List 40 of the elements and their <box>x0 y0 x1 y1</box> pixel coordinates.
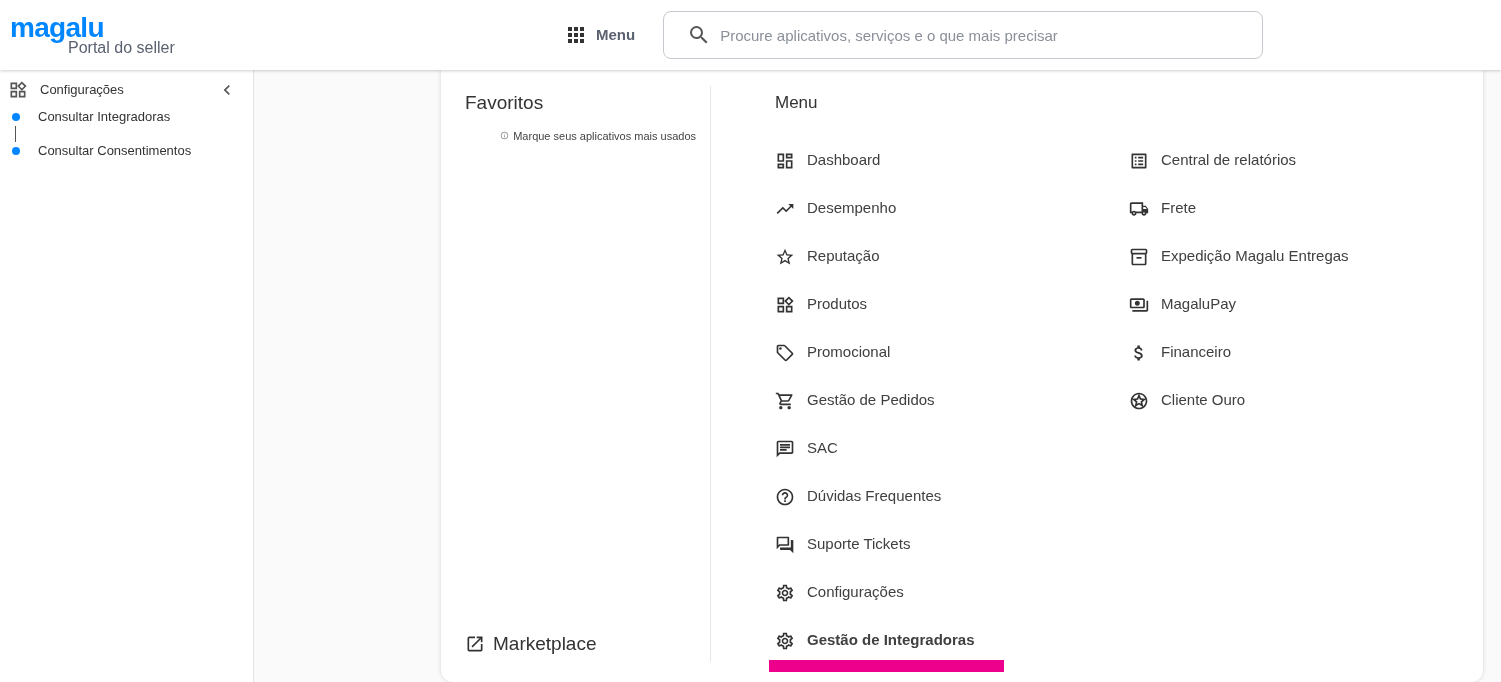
menu-item[interactable]: Suporte Tickets <box>775 533 911 556</box>
sidebar-title: Configurações <box>40 81 125 100</box>
logo[interactable]: magalu <box>10 14 560 42</box>
menu-item[interactable]: Central de relatórios <box>1129 149 1297 172</box>
sidebar-item[interactable]: Consultar Consentimentos <box>38 141 192 161</box>
widgets-icon <box>8 80 28 100</box>
marketplace-link[interactable]: Marketplace <box>465 629 686 658</box>
favorites-title: Favoritos <box>465 91 545 115</box>
menu-item[interactable]: Reputação <box>775 245 880 268</box>
menu-item[interactable]: Cliente Ouro <box>1129 389 1246 412</box>
favorites-hint: Marque seus aplicativos mais usados <box>513 128 696 144</box>
menu-item[interactable]: Financeiro <box>1129 341 1232 364</box>
menu-item[interactable]: Desempenho <box>775 197 897 220</box>
menu-item[interactable]: Promocional <box>775 341 891 364</box>
widgets-icon <box>775 294 795 315</box>
archive-box-icon <box>1129 246 1149 267</box>
help-icon <box>775 486 795 507</box>
menu-item[interactable]: Frete <box>1129 197 1196 220</box>
settings-icon <box>775 582 795 603</box>
logo-subtitle: Portal do seller <box>68 40 176 56</box>
info-icon <box>500 131 510 141</box>
chat-icon <box>775 438 795 459</box>
menu-item[interactable]: Dúvidas Frequentes <box>775 485 942 508</box>
forum-icon <box>775 534 795 555</box>
menu-button[interactable]: Menu <box>560 23 640 47</box>
menu-item[interactable]: Configurações <box>775 581 904 604</box>
menu-item[interactable]: Gestão de Pedidos <box>775 389 935 412</box>
menu-item[interactable]: Expedição Magalu Entregas <box>1129 245 1349 268</box>
menu-item[interactable]: Dashboard <box>775 149 881 172</box>
cart-icon <box>775 390 795 411</box>
menu-item[interactable]: Produtos <box>775 293 868 316</box>
search-field[interactable]: Procure aplicativos, serviços e o que mais precisar <box>663 11 1264 59</box>
menu-item[interactable]: Gestão de Integradoras <box>775 629 975 652</box>
tag-icon <box>775 342 795 363</box>
star-badge-icon <box>1129 390 1149 411</box>
menu-title: Menu <box>775 92 819 114</box>
menu-item[interactable]: SAC <box>775 437 838 460</box>
menu-item[interactable]: MagaluPay <box>1129 293 1237 316</box>
settings-icon <box>775 630 795 651</box>
sidebar-item[interactable]: Consultar Integradoras <box>38 107 171 127</box>
